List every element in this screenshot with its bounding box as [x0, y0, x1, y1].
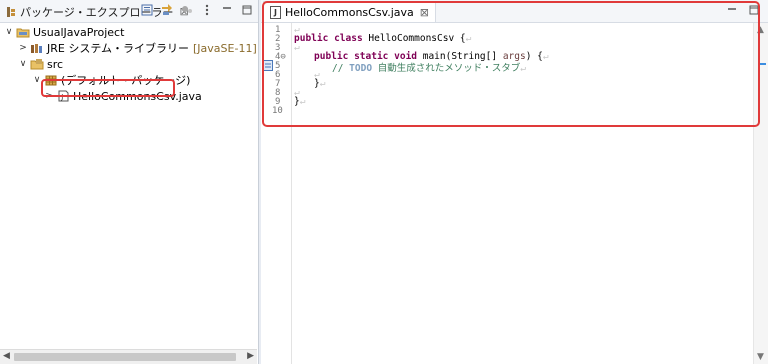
package-explorer-icon [6, 6, 16, 18]
chevron-down-icon[interactable]: ∨ [18, 59, 28, 69]
tree-item-label: src [47, 57, 64, 71]
library-icon [30, 42, 44, 54]
scroll-down-icon[interactable]: ▼ [757, 352, 764, 362]
horizontal-scrollbar[interactable]: ◀ ▶ [0, 349, 257, 364]
tree-item-jre-library[interactable]: > JRE システム・ライブラリー [JavaSE-11] [18, 40, 257, 56]
project-tree: ∨ UsualJavaProject > JRE システム・ライブラリー [Ja… [0, 23, 258, 348]
collapse-all-icon[interactable] [140, 3, 154, 17]
tree-item-project[interactable]: ∨ UsualJavaProject [4, 24, 125, 40]
package-explorer-view: パッケージ・エクスプローラー ⊠ ∨ [0, 0, 259, 364]
scroll-right-icon[interactable]: ▶ [247, 351, 254, 361]
annotation-highlight-file [41, 79, 175, 97]
tree-item-label: UsualJavaProject [33, 25, 125, 39]
view-menu-icon[interactable] [200, 3, 214, 17]
tree-item-src[interactable]: ∨ src [18, 56, 63, 72]
source-folder-icon [30, 58, 44, 70]
minimize-icon[interactable] [220, 3, 234, 17]
jre-version-label: [JavaSE-11] [193, 41, 257, 55]
package-explorer-toolbar [140, 3, 254, 17]
maximize-icon[interactable] [240, 3, 254, 17]
chevron-right-icon[interactable]: > [18, 43, 28, 53]
chevron-down-icon[interactable]: ∨ [4, 27, 14, 37]
project-icon [16, 26, 30, 38]
link-with-editor-icon[interactable] [160, 3, 174, 17]
scrollbar-thumb[interactable] [14, 353, 236, 361]
tree-item-label: JRE システム・ライブラリー [47, 42, 190, 55]
annotation-highlight-editor [262, 1, 760, 127]
scroll-left-icon[interactable]: ◀ [3, 351, 10, 361]
package-explorer-tabbar: パッケージ・エクスプローラー ⊠ [0, 0, 258, 23]
filter-icon[interactable] [180, 3, 194, 17]
